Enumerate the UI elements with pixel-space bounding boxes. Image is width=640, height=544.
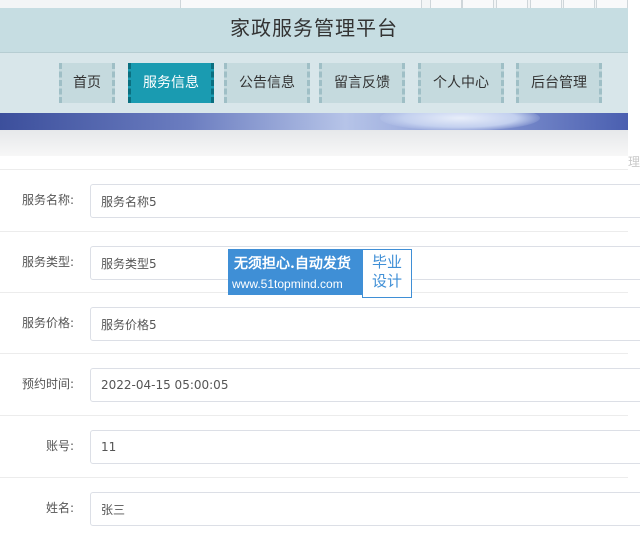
- watermark-main: 无须担心.自动发货 www.51topmind.com: [228, 249, 362, 295]
- nav-item-label: 个人中心: [433, 75, 489, 91]
- side-cut-char: 理: [628, 155, 640, 169]
- field-label: 姓名:: [45, 501, 74, 515]
- nav-item-feedback[interactable]: 留言反馈: [319, 63, 405, 103]
- site-title: 家政服务管理平台: [230, 16, 398, 40]
- watermark-badge: 无须担心.自动发货 www.51topmind.com 毕业 设计: [228, 249, 412, 298]
- name-field[interactable]: [90, 492, 640, 526]
- watermark-tag-line1: 毕业: [371, 253, 402, 271]
- form-row-service-name: 服务名称:: [0, 169, 640, 231]
- site-header: 家政服务管理平台: [0, 8, 628, 53]
- nav-item-announcements[interactable]: 公告信息: [224, 63, 310, 103]
- service-price-field[interactable]: [90, 307, 640, 341]
- watermark-url: www.51topmind.com: [232, 277, 343, 291]
- watermark-tag: 毕业 设计: [362, 249, 412, 298]
- nav-item-admin[interactable]: 后台管理: [516, 63, 602, 103]
- field-label: 预约时间:: [21, 377, 74, 391]
- nav-item-label: 公告信息: [239, 75, 295, 91]
- side-cut-text: 理: [628, 155, 640, 169]
- form-row-name: 姓名:: [0, 477, 640, 539]
- form-row-booking-time: 预约时间:: [0, 353, 640, 415]
- nav-item-service-info[interactable]: 服务信息: [128, 63, 214, 103]
- nav-item-label: 首页: [73, 75, 101, 91]
- nav-item-label: 留言反馈: [334, 75, 390, 91]
- field-label: 服务价格:: [21, 316, 74, 330]
- banner-image: [0, 113, 628, 130]
- nav-item-personal-center[interactable]: 个人中心: [418, 63, 504, 103]
- banner-fade: [0, 130, 628, 156]
- field-label: 账号:: [45, 439, 74, 453]
- watermark-slogan: 无须担心.自动发货: [234, 256, 351, 272]
- account-field[interactable]: [90, 430, 640, 464]
- form-row-account: 账号:: [0, 415, 640, 477]
- form-row-service-price: 服务价格:: [0, 292, 640, 354]
- nav-item-label: 后台管理: [531, 75, 587, 91]
- main-nav: 首页 服务信息 公告信息 留言反馈 个人中心 后台管理: [0, 53, 628, 113]
- nav-item-home[interactable]: 首页: [59, 63, 115, 103]
- booking-time-field[interactable]: [90, 368, 640, 402]
- watermark-tag-line2: 设计: [371, 272, 402, 290]
- field-label: 服务名称:: [21, 193, 74, 207]
- nav-item-label: 服务信息: [143, 75, 199, 91]
- field-label: 服务类型:: [21, 255, 74, 269]
- banner-flower-graphic: [380, 113, 540, 130]
- service-name-field[interactable]: [90, 184, 640, 218]
